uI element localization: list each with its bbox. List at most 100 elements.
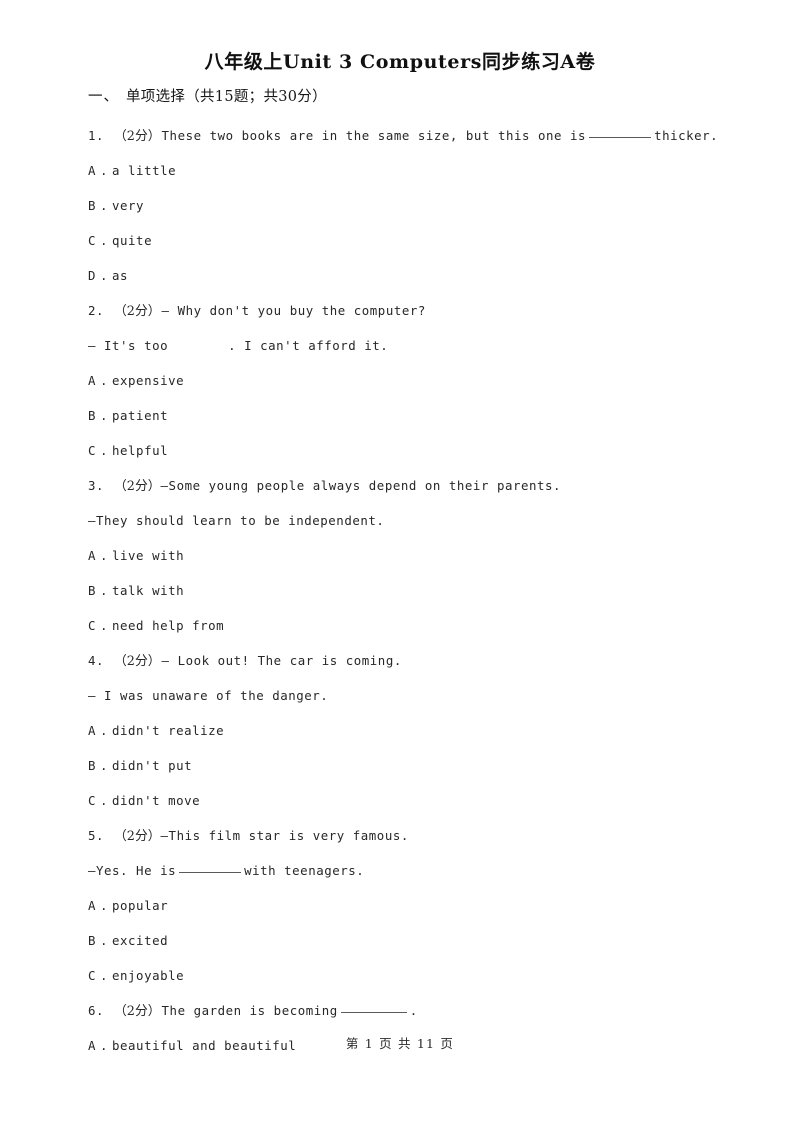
option-letter: C [88,793,97,808]
option-row[interactable]: A. popular [88,888,712,923]
option-row[interactable]: C. enjoyable [88,958,712,993]
option-text: a little [112,163,177,178]
question-text: —Some young people always depend on thei… [160,478,562,493]
option-row[interactable]: A. live with [88,538,712,573]
option-dot: . [100,198,109,213]
option-dot: . [100,268,109,283]
section-number: 一、 [88,89,119,105]
option-dot: . [100,548,109,563]
question-stem-line2: — It's too . I can't afford it. [88,328,712,363]
question-text: —This film star is very famous. [160,828,409,843]
option-row[interactable]: A.a little [88,153,712,188]
question-points: （2分） [114,1004,161,1019]
option-dot: . [100,723,109,738]
option-row[interactable]: B. very [88,188,712,223]
section-label: 单项选择（共15题；共30分） [126,89,327,105]
option-dot: . [100,968,109,983]
option-letter: C [88,968,97,983]
question-text: — Look out! The car is coming. [161,653,402,668]
option-text: live with [112,548,185,563]
question-number: 1. [88,128,105,143]
question-stem: 4. （2分）— Look out! The car is coming. [88,643,712,678]
option-letter: C [88,233,97,248]
question-points: （2分） [114,654,161,669]
option-text: very [112,198,145,213]
document-page: 八年级上Unit 3 Computers同步练习A卷 一、 单项选择（共15题；共… [0,0,800,1132]
question-number: 6. [88,1003,105,1018]
page-footer: 第 1 页 共 11 页 [345,1036,455,1051]
option-letter: B [88,933,97,948]
question-text: The garden is becoming [161,1003,338,1018]
option-letter: A [88,723,97,738]
option-text: popular [112,898,169,913]
option-dot: . [100,758,109,773]
option-dot: . [100,933,109,948]
question-number: 5. [88,828,105,843]
option-row[interactable]: B. didn't put [88,748,712,783]
option-dot: . [100,373,109,388]
option-text: didn't move [112,793,201,808]
option-dot: . [100,793,109,808]
option-row[interactable]: B. talk with [88,573,712,608]
answer-blank [340,1012,407,1013]
option-dot: . [100,233,109,248]
option-row[interactable]: B. excited [88,923,712,958]
option-text: patient [112,408,169,423]
option-letter: C [88,618,97,633]
question-text: These two books are in the same size, bu… [161,128,587,143]
option-dot: . [100,898,109,913]
question-stem: 2. （2分）— Why don't you buy the computer? [88,293,712,328]
question-text: — It's too [88,338,169,353]
option-row[interactable]: C. quite [88,223,712,258]
option-row[interactable]: D. as [88,258,712,293]
question-text: —They should learn to be independent. [88,513,385,528]
question-stem-line2: —Yes. He is with teenagers. [88,853,712,888]
question-text: — Why don't you buy the computer? [161,303,426,318]
option-letter: D [88,268,97,283]
option-dot: . [100,163,109,178]
question-number: 4. [88,653,105,668]
option-letter: B [88,408,97,423]
question-text-tail: . I can't afford it. [228,338,389,353]
option-letter: C [88,443,97,458]
answer-blank [179,872,242,873]
question-text-tail: thicker. [654,128,719,143]
option-text: quite [112,233,153,248]
option-text: need help from [112,618,225,633]
option-text: talk with [112,583,185,598]
option-row[interactable]: C. need help from [88,608,712,643]
option-dot: . [100,443,109,458]
option-letter: A [88,163,97,178]
option-letter: A [88,373,97,388]
option-text: excited [112,933,169,948]
question-points: （2分） [114,479,161,494]
question-points: （2分） [114,829,161,844]
question-stem: 3. （2分）—Some young people always depend o… [88,468,712,503]
option-text: didn't put [112,758,193,773]
option-text: as [112,268,129,283]
option-text: helpful [112,443,169,458]
option-row[interactable]: C. didn't move [88,783,712,818]
question-text: — I was unaware of the danger. [88,688,329,703]
option-row[interactable]: B. patient [88,398,712,433]
option-row[interactable]: C. helpful [88,433,712,468]
question-stem-line2: — I was unaware of the danger. [88,678,712,713]
question-stem: 6. （2分）The garden is becoming. [88,993,712,1028]
question-points: （2分） [114,304,161,319]
document-content: 一、 单项选择（共15题；共30分） 1. （2分）These two books … [88,84,718,1063]
option-dot: . [100,618,109,633]
option-text: expensive [112,373,185,388]
option-dot: . [100,408,109,423]
option-letter: B [88,198,97,213]
question-number: 3. [88,478,105,493]
option-dot: . [100,583,109,598]
option-row[interactable]: A. didn't realize [88,713,712,748]
option-row[interactable]: A. expensive [88,363,712,398]
option-letter: A [88,548,97,563]
question-text-tail: . [409,1003,418,1018]
option-text: didn't realize [112,723,225,738]
question-points: （2分） [114,129,161,144]
option-letter: B [88,758,97,773]
option-letter: B [88,583,97,598]
question-stem-line2: —They should learn to be independent. [88,503,712,538]
